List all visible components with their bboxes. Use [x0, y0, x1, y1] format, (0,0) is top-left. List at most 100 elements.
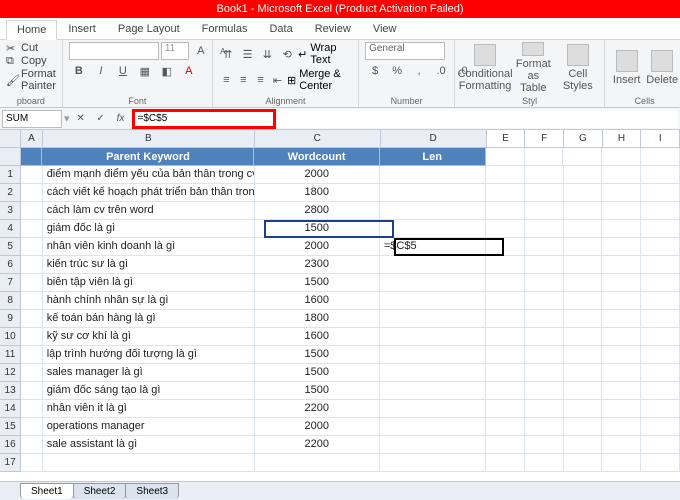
cell-len[interactable]	[380, 310, 486, 328]
col-header-g[interactable]: G	[564, 130, 603, 147]
cell-len[interactable]	[380, 418, 486, 436]
row-header[interactable]: 11	[0, 346, 21, 364]
cell-wordcount[interactable]: 2800	[255, 202, 380, 220]
cell-len[interactable]	[380, 202, 486, 220]
name-box[interactable]	[2, 110, 62, 128]
increase-decimal-button[interactable]: .0	[431, 62, 451, 80]
col-header-f[interactable]: F	[525, 130, 564, 147]
row-header[interactable]: 3	[0, 202, 21, 220]
align-right-button[interactable]: ≡	[253, 71, 268, 89]
cell-len[interactable]	[380, 454, 486, 472]
sheet-tab-3[interactable]: Sheet3	[125, 483, 179, 499]
percent-button[interactable]: %	[387, 62, 407, 80]
cell-wordcount[interactable]: 2200	[255, 400, 380, 418]
cell-wordcount[interactable]: 1500	[255, 220, 380, 238]
cell-wordcount[interactable]: 2000	[255, 166, 380, 184]
col-header-a[interactable]: A	[21, 130, 42, 147]
row-header[interactable]: 4	[0, 220, 21, 238]
number-format-select[interactable]: General	[365, 42, 445, 60]
cell-len[interactable]	[380, 220, 486, 238]
tab-view[interactable]: View	[362, 19, 408, 39]
cell-wordcount[interactable]: 1500	[255, 274, 380, 292]
conditional-formatting-button[interactable]: Conditional Formatting	[461, 42, 509, 94]
cell-wordcount[interactable]: 2300	[255, 256, 380, 274]
copy-button[interactable]: ⧉Copy	[6, 55, 56, 67]
cell-keyword[interactable]: sale assistant là gì	[43, 436, 255, 454]
align-middle-button[interactable]: ☰	[239, 45, 257, 63]
cell-wordcount[interactable]: 1800	[255, 184, 380, 202]
cell-wordcount[interactable]: 1500	[255, 346, 380, 364]
row-header[interactable]: 16	[0, 436, 21, 454]
align-center-button[interactable]: ≡	[236, 71, 251, 89]
border-button[interactable]: ▦	[135, 62, 155, 80]
col-header-b[interactable]: B	[43, 130, 255, 147]
col-header-c[interactable]: C	[255, 130, 381, 147]
sheet-tab-1[interactable]: Sheet1	[20, 483, 74, 499]
row-header[interactable]: 10	[0, 328, 21, 346]
namebox-dropdown-icon[interactable]: ▾	[64, 112, 70, 125]
cell-len[interactable]	[380, 292, 486, 310]
grow-font-button[interactable]: A	[191, 42, 211, 60]
cell-keyword[interactable]: sales manager là gì	[43, 364, 255, 382]
fx-icon[interactable]: fx	[112, 111, 130, 127]
cell-keyword[interactable]	[43, 454, 255, 472]
row-header[interactable]: 2	[0, 184, 21, 202]
fill-color-button[interactable]: ◧	[157, 62, 177, 80]
underline-button[interactable]: U	[113, 62, 133, 80]
font-family-select[interactable]	[69, 42, 159, 60]
cell-len[interactable]	[380, 436, 486, 454]
cell-wordcount[interactable]: 1600	[255, 292, 380, 310]
row-header[interactable]: 6	[0, 256, 21, 274]
row-header[interactable]: 15	[0, 418, 21, 436]
col-header-e[interactable]: E	[487, 130, 526, 147]
cell-keyword[interactable]: lập trình hướng đối tượng là gì	[43, 346, 255, 364]
row-header[interactable]: 9	[0, 310, 21, 328]
merge-center-button[interactable]: ⊞Merge & Center	[287, 68, 352, 92]
row-header[interactable]: 8	[0, 292, 21, 310]
cell-styles-button[interactable]: Cell Styles	[558, 42, 599, 94]
col-header-d[interactable]: D	[381, 130, 487, 147]
cell-keyword[interactable]: điểm mạnh điểm yếu của bản thân trong cv	[43, 166, 255, 184]
cell-len[interactable]	[380, 382, 486, 400]
row-header[interactable]: 1	[0, 166, 21, 184]
enter-formula-button[interactable]: ✓	[92, 111, 110, 127]
align-left-button[interactable]: ≡	[219, 71, 234, 89]
wrap-text-button[interactable]: ↵Wrap Text	[298, 42, 352, 66]
cell-len[interactable]	[380, 256, 486, 274]
cell-keyword[interactable]: nhân viên it là gì	[43, 400, 255, 418]
orientation-button[interactable]: ⟲	[278, 45, 296, 63]
cell-keyword[interactable]: cách viết kế hoạch phát triển bản thân t…	[43, 184, 255, 202]
cell-len[interactable]	[380, 166, 486, 184]
sheet-tab-2[interactable]: Sheet2	[73, 483, 127, 499]
cell-wordcount[interactable]: 1600	[255, 328, 380, 346]
cell-len[interactable]	[380, 346, 486, 364]
cell-wordcount[interactable]: 1500	[255, 364, 380, 382]
col-header-h[interactable]: H	[603, 130, 642, 147]
tab-formulas[interactable]: Formulas	[191, 19, 259, 39]
tab-insert[interactable]: Insert	[57, 19, 107, 39]
comma-button[interactable]: ,	[409, 62, 429, 80]
format-as-table-button[interactable]: Format as Table	[513, 42, 554, 94]
cell-len[interactable]	[380, 328, 486, 346]
row-header[interactable]: 12	[0, 364, 21, 382]
cell-keyword[interactable]: giám đốc sáng tạo là gì	[43, 382, 255, 400]
insert-cells-button[interactable]: Insert	[611, 42, 642, 94]
cell-keyword[interactable]: kế toán bán hàng là gì	[43, 310, 255, 328]
font-size-select[interactable]: 11	[161, 42, 189, 60]
align-top-button[interactable]: ⇈	[219, 45, 237, 63]
row-header[interactable]: 13	[0, 382, 21, 400]
align-bottom-button[interactable]: ⇊	[259, 45, 277, 63]
tab-home[interactable]: Home	[6, 20, 57, 40]
col-header-i[interactable]: I	[641, 130, 680, 147]
currency-button[interactable]: $	[365, 62, 385, 80]
bold-button[interactable]: B	[69, 62, 89, 80]
row-header[interactable]: 5	[0, 238, 21, 256]
row-header[interactable]	[0, 148, 21, 166]
cell-keyword[interactable]: nhân viên kinh doanh là gì	[43, 238, 255, 256]
cancel-formula-button[interactable]: ✕	[72, 111, 90, 127]
cell-len[interactable]	[380, 400, 486, 418]
cell-wordcount[interactable]: 2000	[255, 418, 380, 436]
cell-wordcount[interactable]: 1500	[255, 382, 380, 400]
cell-len[interactable]	[380, 364, 486, 382]
cell-keyword[interactable]: hành chính nhân sự là gì	[43, 292, 255, 310]
